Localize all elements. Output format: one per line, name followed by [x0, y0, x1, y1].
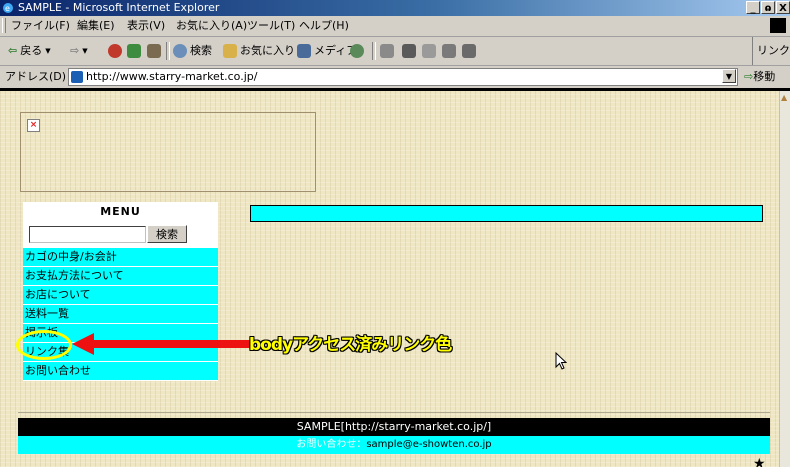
standard-toolbar: ⇦ 戻る ▼ ⇨ ▼ 検索 お気に入り メディア リンク	[0, 37, 790, 66]
nav-item-contact[interactable]: お問い合わせ	[23, 362, 218, 381]
messenger-icon[interactable]	[462, 44, 476, 58]
go-label: 移動	[753, 70, 776, 83]
address-bar: アドレス(D) http://www.starry-market.co.jp/ …	[0, 66, 790, 89]
menu-view[interactable]: 表示(V)	[124, 16, 168, 36]
history-icon[interactable]	[350, 44, 364, 58]
page-icon	[71, 71, 83, 83]
footer-divider	[18, 412, 770, 413]
back-button[interactable]: ⇦ 戻る ▼	[8, 37, 51, 65]
windows-logo-icon	[770, 18, 786, 33]
ie-logo-icon: e	[3, 3, 13, 13]
go-button[interactable]: ⇨移動	[744, 66, 775, 88]
banner-image-frame: ×	[20, 112, 316, 192]
menu-file[interactable]: ファイル(F)	[8, 16, 73, 36]
forward-button[interactable]: ⇨ ▼	[70, 37, 88, 65]
links-label[interactable]: リンク	[752, 37, 790, 65]
media-icon	[297, 44, 311, 58]
mail-icon[interactable]	[380, 44, 394, 58]
forward-arrow-icon: ⇨	[70, 44, 80, 57]
back-arrow-icon: ⇦	[8, 44, 18, 57]
menu-bar: ファイル(F) 編集(E) 表示(V) お気に入り(A) ツール(T) ヘルプ(…	[0, 16, 790, 37]
search-toolbar-label: 検索	[190, 44, 212, 57]
restore-button[interactable]: ɷ	[761, 1, 775, 14]
stop-icon[interactable]	[108, 44, 122, 58]
footer-contact: お問い合わせ：sample@e-showten.co.jp	[18, 436, 770, 454]
menu-help[interactable]: ヘルプ(H)	[296, 16, 352, 36]
arrow-shaft	[90, 340, 250, 348]
favorites-icon	[223, 44, 237, 58]
window-titlebar: e SAMPLE - Microsoft Internet Explorer _…	[0, 0, 790, 16]
scroll-up-icon[interactable]: ▲	[781, 93, 787, 102]
broken-image-icon: ×	[27, 119, 40, 132]
address-input[interactable]: http://www.starry-market.co.jp/	[68, 68, 738, 86]
menu-favorites[interactable]: お気に入り(A)	[173, 16, 250, 36]
edit-icon[interactable]	[422, 44, 436, 58]
page-content: × MENU 検索 カゴの中身/お会計 お支払方法について お店について 送料一…	[0, 91, 779, 467]
discuss-icon[interactable]	[442, 44, 456, 58]
home-icon[interactable]	[147, 44, 161, 58]
print-icon[interactable]	[402, 44, 416, 58]
menu-edit[interactable]: 編集(E)	[74, 16, 118, 36]
annotation-label: bodyアクセス済みリンク色	[249, 335, 452, 355]
star-icon: ★	[753, 456, 766, 467]
mouse-pointer-icon	[555, 352, 567, 370]
nav-list: カゴの中身/お会計 お支払方法について お店について 送料一覧 掲示板 リンク集…	[23, 248, 218, 381]
search-input[interactable]	[29, 226, 146, 243]
address-dropdown-button[interactable]: ▼	[722, 69, 736, 83]
toolbar-separator	[372, 42, 376, 60]
nav-item-cart[interactable]: カゴの中身/お会計	[23, 248, 218, 267]
nav-item-about-shop[interactable]: お店について	[23, 286, 218, 305]
menu-title: MENU	[23, 202, 218, 222]
footer-copyright: SAMPLE[http://starry-market.co.jp/]	[18, 418, 770, 436]
refresh-icon[interactable]	[127, 44, 141, 58]
toolbar-grip	[2, 18, 6, 33]
arrow-head	[72, 333, 94, 355]
content-header-bar	[250, 205, 763, 222]
nav-item-payment[interactable]: お支払方法について	[23, 267, 218, 286]
window-title: SAMPLE - Microsoft Internet Explorer	[18, 1, 220, 14]
close-button[interactable]: X	[776, 1, 790, 14]
menu-tools[interactable]: ツール(T)	[244, 16, 298, 36]
media-toolbar-button[interactable]: メディア	[297, 37, 357, 65]
toolbar-separator	[166, 42, 170, 60]
footer-contact-label: お問い合わせ：	[296, 439, 367, 450]
back-label: 戻る	[20, 44, 43, 57]
address-url: http://www.starry-market.co.jp/	[86, 70, 258, 83]
footer-contact-email[interactable]: sample@e-showten.co.jp	[366, 439, 491, 450]
go-arrow-icon: ⇨	[744, 70, 754, 83]
minimize-button[interactable]: _	[746, 1, 760, 14]
search-button[interactable]: 検索	[147, 225, 187, 243]
favorites-toolbar-label: お気に入り	[240, 44, 295, 57]
svg-text:e: e	[5, 4, 10, 13]
vertical-scrollbar[interactable]: ▲	[779, 91, 790, 467]
annotation-arrow	[72, 333, 252, 355]
highlight-circle	[16, 330, 72, 360]
address-label: アドレス(D)	[5, 70, 67, 83]
chevron-down-icon: ▼	[45, 47, 51, 55]
favorites-toolbar-button[interactable]: お気に入り	[223, 37, 295, 65]
search-row: 検索	[23, 222, 218, 248]
chevron-down-icon: ▼	[82, 47, 88, 55]
nav-item-shipping[interactable]: 送料一覧	[23, 305, 218, 324]
search-icon	[173, 44, 187, 58]
search-toolbar-button[interactable]: 検索	[173, 37, 212, 65]
